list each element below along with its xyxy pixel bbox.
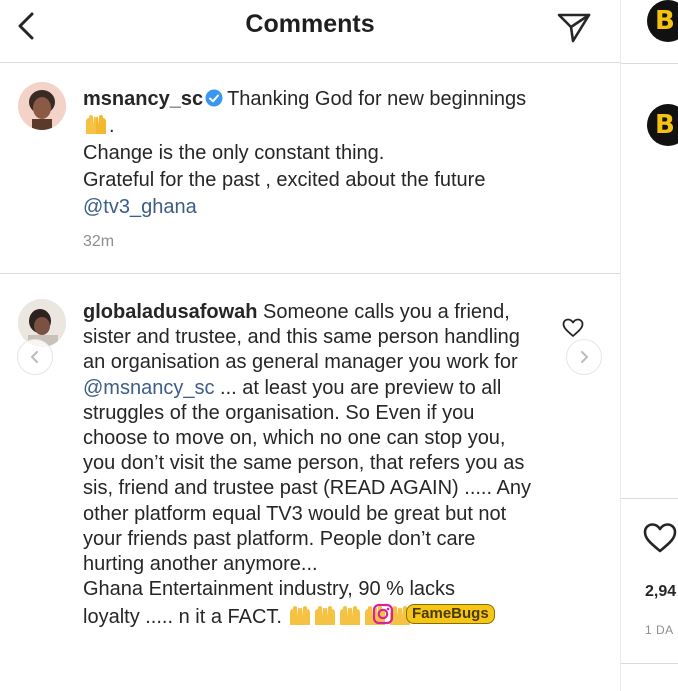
share-button[interactable] (554, 7, 594, 47)
caption-line-1b: . (83, 113, 115, 143)
caption-timestamp: 32m (83, 233, 115, 250)
next-button[interactable] (566, 339, 602, 375)
heart-icon (562, 318, 584, 337)
previous-button[interactable] (17, 339, 53, 375)
comment-mention-link[interactable]: @msnancy_sc (83, 377, 214, 399)
header-divider (0, 62, 620, 63)
paper-plane-icon (557, 13, 591, 43)
comment-username[interactable]: globaladusafowah (83, 301, 257, 323)
side-panel: B B 2,94 1 DA (620, 0, 678, 691)
avatar-image (18, 82, 66, 130)
side-panel-divider (621, 63, 678, 64)
watermark: FameBugs (370, 603, 495, 625)
comment-text-part-2: ... at least you are preview to all stru… (83, 376, 531, 576)
instagram-icon (372, 603, 394, 625)
profile-logo-letter: B (655, 110, 675, 140)
raised-hands-emoji (83, 113, 109, 143)
side-panel-divider-3 (621, 663, 678, 664)
page-title: Comments (245, 10, 375, 38)
watermark-text: FameBugs (406, 604, 495, 624)
top-bar: Comments (0, 0, 620, 56)
caption-text-3: Grateful for the past , excited about th… (83, 169, 486, 191)
caption-text-1-end: . (109, 115, 115, 137)
caption-divider (0, 273, 620, 274)
side-panel-divider-2 (621, 498, 678, 499)
likes-count: 2,94 (645, 583, 677, 600)
caption-mention-link[interactable]: @tv3_ghana (83, 194, 197, 221)
heart-icon (643, 523, 677, 553)
caption-line-1: msnancy_sc Thanking God for new beginning… (83, 86, 526, 115)
post-like-button[interactable] (643, 522, 677, 559)
logo-letter: B (655, 6, 675, 36)
caption-text-2: Change is the only constant thing. (83, 142, 385, 164)
comment-text-part-3: Ghana Entertainment industry, 90 % lacks (83, 578, 456, 601)
post-date: 1 DA (645, 623, 674, 637)
avatar[interactable] (18, 82, 66, 130)
logo: B (647, 0, 678, 42)
verified-badge-icon (205, 88, 223, 115)
caption-text-1: Thanking God for new beginnings (227, 88, 527, 110)
profile-logo[interactable]: B (647, 104, 678, 146)
chevron-right-icon (581, 351, 588, 363)
comment-body: globaladusafowah Someone calls you a fri… (83, 300, 538, 634)
caption-username[interactable]: msnancy_sc (83, 88, 203, 110)
chevron-left-icon (31, 351, 38, 363)
comment-text-part-4: loyalty ..... n it a FACT. (83, 606, 282, 629)
comments-screen: Comments msnancy_sc Thanking God for new … (0, 0, 620, 691)
